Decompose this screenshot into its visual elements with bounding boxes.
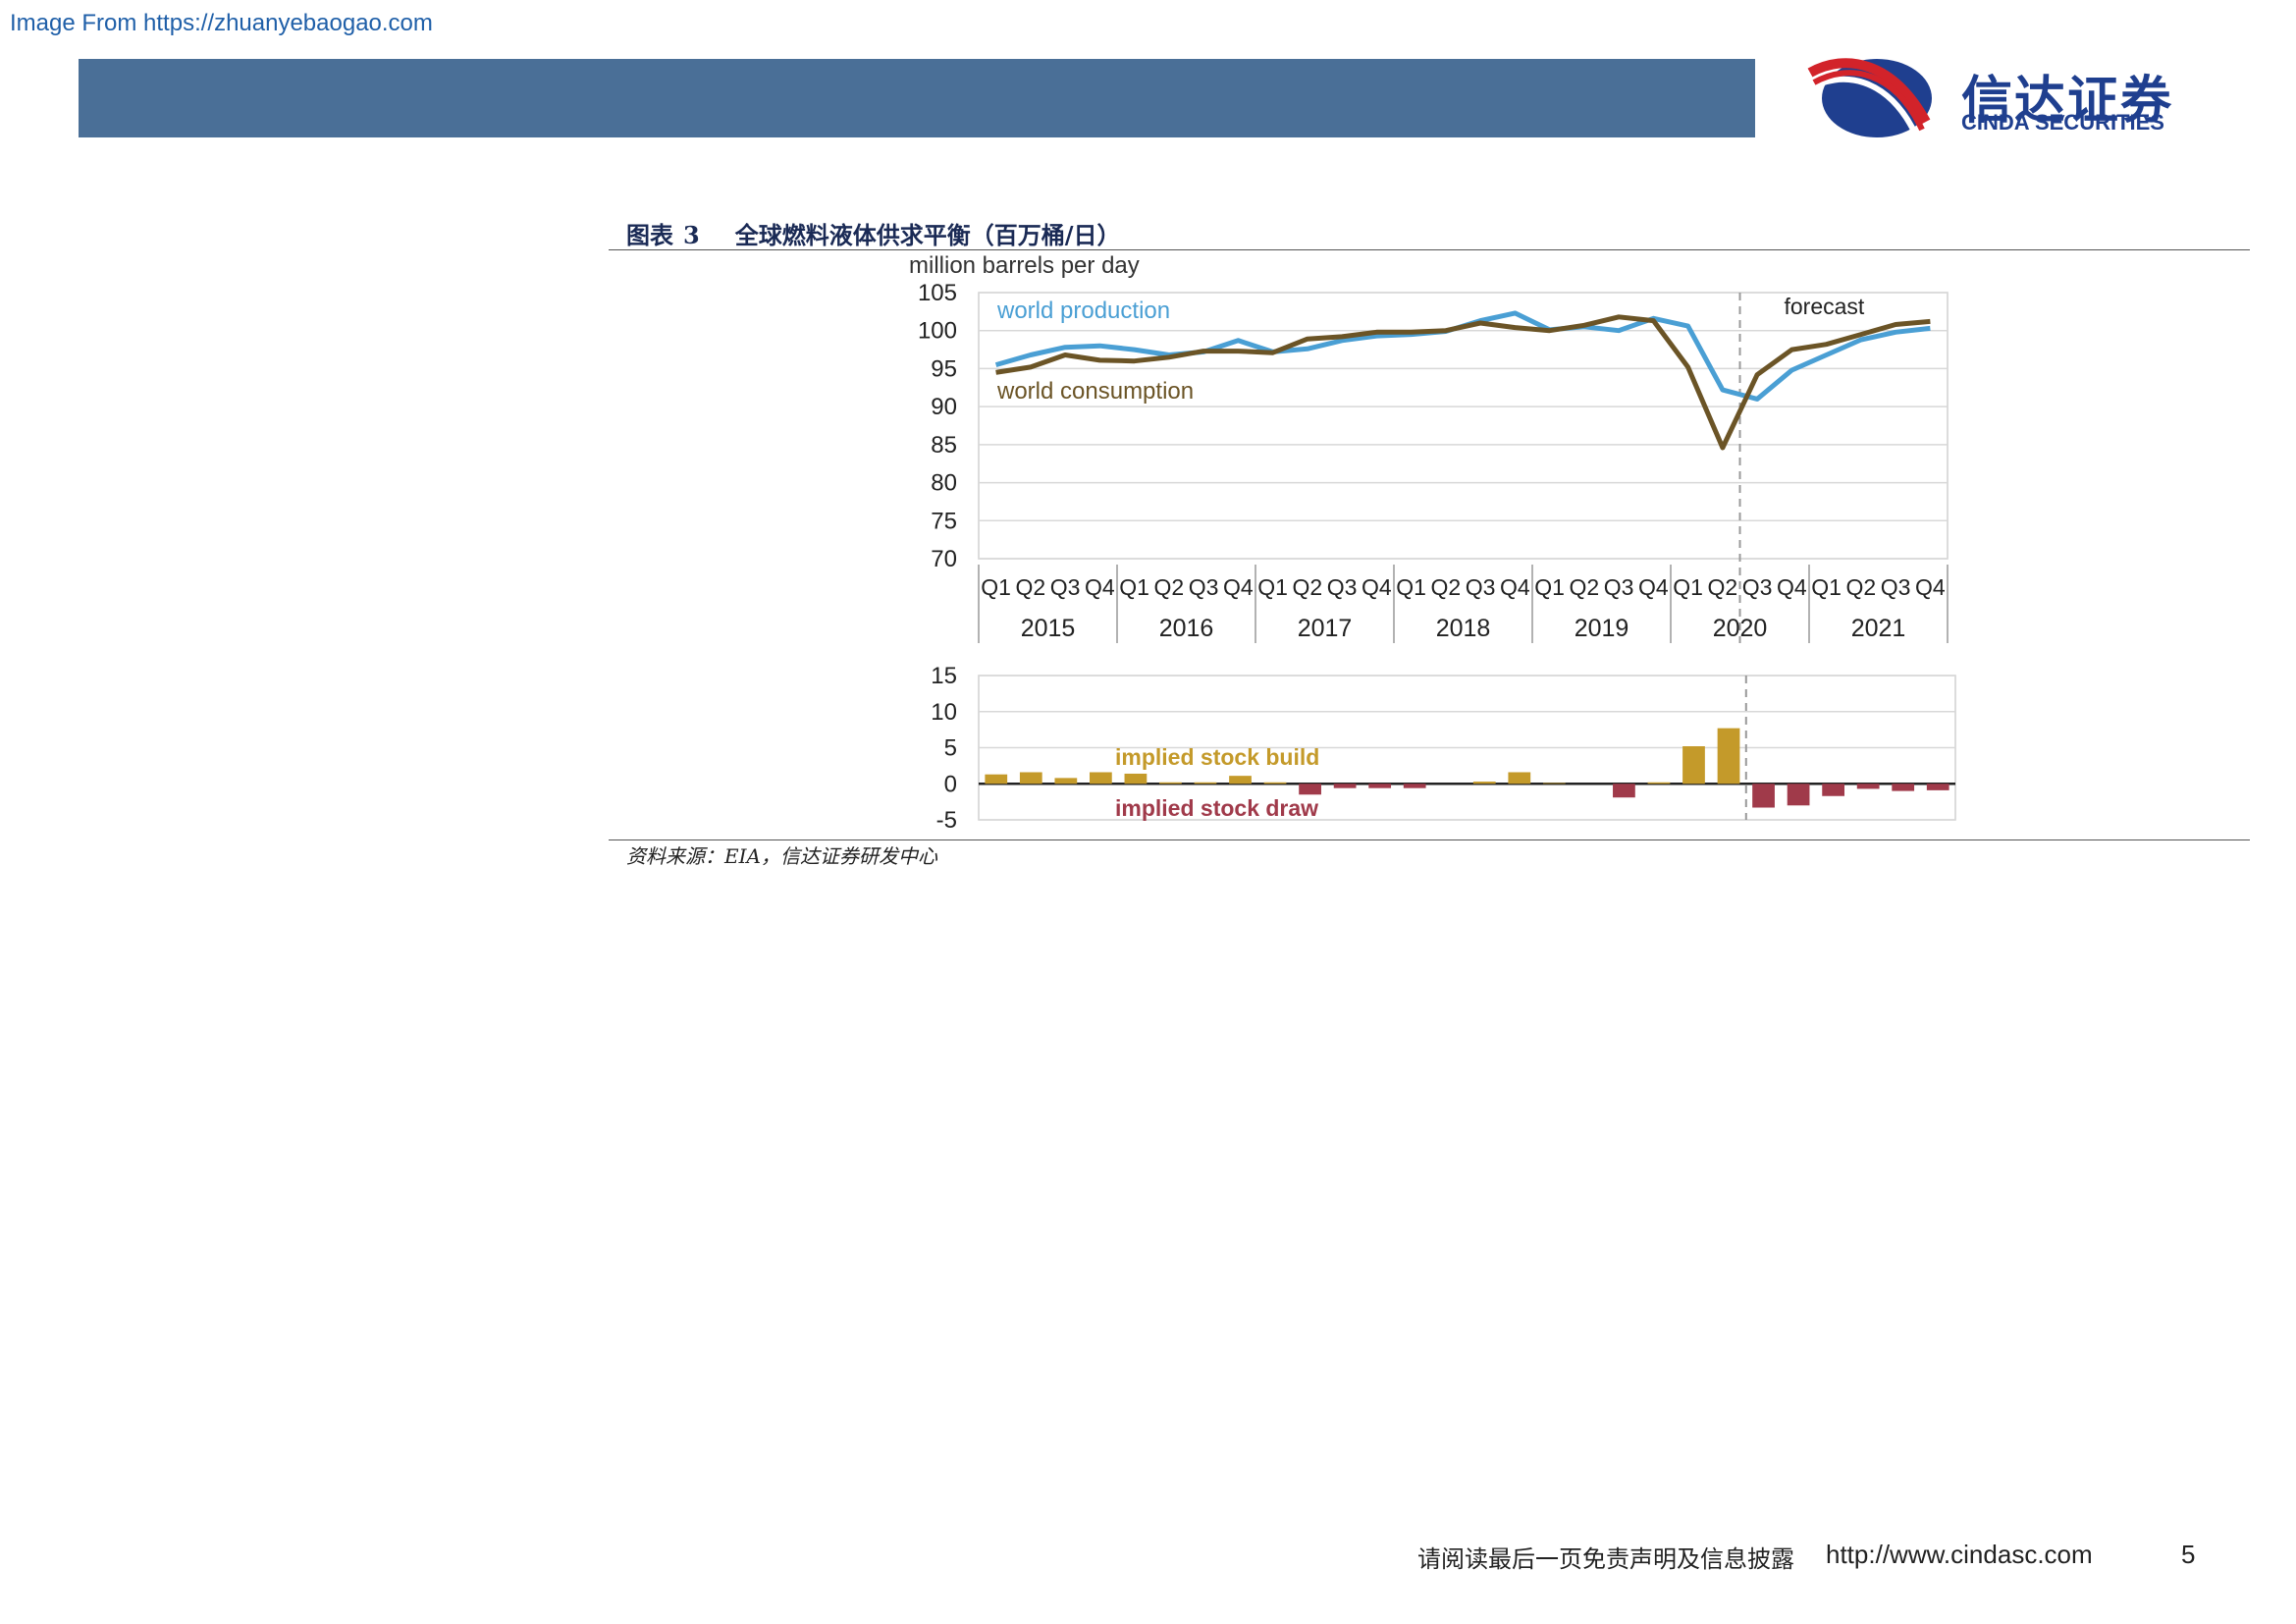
x-tick-label: Q2	[1708, 574, 1738, 600]
x-tick-label: Q3	[1050, 574, 1081, 600]
series-label-consumption: world consumption	[996, 378, 1194, 405]
stock-build-bar	[1682, 746, 1705, 785]
bar-y-tick-label: 15	[931, 663, 957, 689]
y-tick-label: 85	[931, 432, 957, 459]
x-tick-label: Q1	[1119, 574, 1149, 600]
stock-build-bar	[1263, 782, 1287, 785]
stock-draw-bar	[1752, 784, 1775, 808]
y-tick-label: 70	[931, 546, 957, 572]
year-label: 2016	[1159, 615, 1214, 642]
x-tick-label: Q4	[1500, 574, 1530, 600]
x-tick-label: Q1	[1396, 574, 1426, 600]
stock-draw-bar	[1892, 784, 1915, 791]
supply-demand-chart: million barrels per day 1051009590858075…	[909, 252, 1956, 834]
stock-build-bar	[1472, 782, 1496, 785]
bar-y-tick-label: 0	[944, 771, 957, 797]
year-label: 2015	[1021, 615, 1076, 642]
stock-draw-bar	[1822, 784, 1844, 796]
x-tick-label: Q3	[1604, 574, 1634, 600]
stock-build-bar	[1647, 782, 1671, 785]
bar-y-tick-label: -5	[936, 807, 957, 834]
stock-build-bar	[1159, 782, 1182, 785]
x-tick-label: Q4	[1915, 574, 1946, 600]
y-tick-label: 75	[931, 508, 957, 534]
y-tick-label: 105	[918, 280, 957, 306]
y-tick-label: 90	[931, 394, 957, 420]
year-label: 2019	[1575, 615, 1629, 642]
bar-chart-panel: 15 10 5 0 -5 implied stock build implied stock…	[931, 663, 1956, 834]
x-tick-label: Q2	[1016, 574, 1046, 600]
stock-build-bar	[1229, 776, 1252, 785]
page-number: 5	[2181, 1540, 2196, 1569]
stock-draw-bar	[1299, 784, 1321, 795]
x-tick-label: Q3	[1189, 574, 1219, 600]
y-tick-label: 80	[931, 470, 957, 497]
plot-area	[978, 292, 1949, 560]
stock-build-bar	[1542, 783, 1566, 785]
x-tick-label: Q4	[1777, 574, 1807, 600]
stock-build-bar	[1019, 772, 1042, 785]
stock-build-bar	[1508, 772, 1531, 785]
year-label: 2021	[1851, 615, 1906, 642]
stock-build-bar	[1090, 772, 1112, 785]
x-tick-label: Q3	[1881, 574, 1911, 600]
y-tick-label: 95	[931, 355, 957, 382]
x-tick-label: Q1	[1673, 574, 1703, 600]
bar-y-tick-label: 10	[931, 699, 957, 726]
x-tick-label: Q1	[1257, 574, 1288, 600]
stock-build-bar	[985, 774, 1008, 785]
x-tick-label: Q1	[1534, 574, 1565, 600]
stock-draw-bar	[1856, 784, 1880, 789]
footer-disclaimer: 请阅读最后一页免责声明及信息披露	[1417, 1545, 1794, 1573]
stock-draw-bar	[1613, 784, 1635, 798]
line-chart-panel: 105100959085807570forecastQ1 Q2 Q3 Q4 Q1 Q2 Q3…	[918, 280, 1949, 643]
x-tick-label: Q2	[1846, 574, 1877, 600]
year-label: 2017	[1298, 615, 1353, 642]
x-tick-label: Q3	[1327, 574, 1358, 600]
x-tick-label: Q1	[1811, 574, 1842, 600]
year-label: 2018	[1436, 615, 1491, 642]
stock-draw-bar	[1787, 784, 1810, 806]
y-axis-title: million barrels per day	[909, 252, 1140, 279]
stock-draw-bar	[1333, 784, 1357, 788]
stock-build-bar	[1054, 778, 1078, 785]
x-tick-label: Q4	[1223, 574, 1254, 600]
stock-draw-bar	[1926, 784, 1949, 790]
stock-build-bar	[1717, 728, 1740, 785]
x-tick-label: Q2	[1293, 574, 1323, 600]
x-tick-label: Q4	[1362, 574, 1392, 600]
y-tick-label: 100	[918, 318, 957, 345]
x-tick-label: Q2	[1154, 574, 1185, 600]
x-tick-label: Q4	[1085, 574, 1115, 600]
footer-url[interactable]: http://www.cindasc.com	[1826, 1540, 2093, 1570]
annotation-stock-draw: implied stock draw	[1115, 795, 1318, 821]
stock-draw-bar	[1368, 784, 1392, 788]
x-tick-label: Q3	[1742, 574, 1773, 600]
annotation-stock-build: implied stock build	[1115, 744, 1319, 770]
figure-source: 资料来源：EIA，信达证券研发中心	[626, 844, 937, 868]
forecast-label: forecast	[1785, 294, 1865, 319]
stock-build-bar	[1124, 773, 1148, 785]
stock-draw-bar	[1403, 784, 1426, 788]
x-tick-label: Q3	[1466, 574, 1496, 600]
bar-y-tick-label: 5	[944, 735, 957, 762]
stock-build-bar	[1194, 782, 1217, 785]
x-tick-label: Q2	[1431, 574, 1462, 600]
series-label-production: world production	[996, 298, 1170, 324]
x-tick-label: Q4	[1638, 574, 1669, 600]
x-tick-label: Q2	[1570, 574, 1600, 600]
x-tick-label: Q1	[981, 574, 1011, 600]
year-label: 2020	[1713, 615, 1768, 642]
